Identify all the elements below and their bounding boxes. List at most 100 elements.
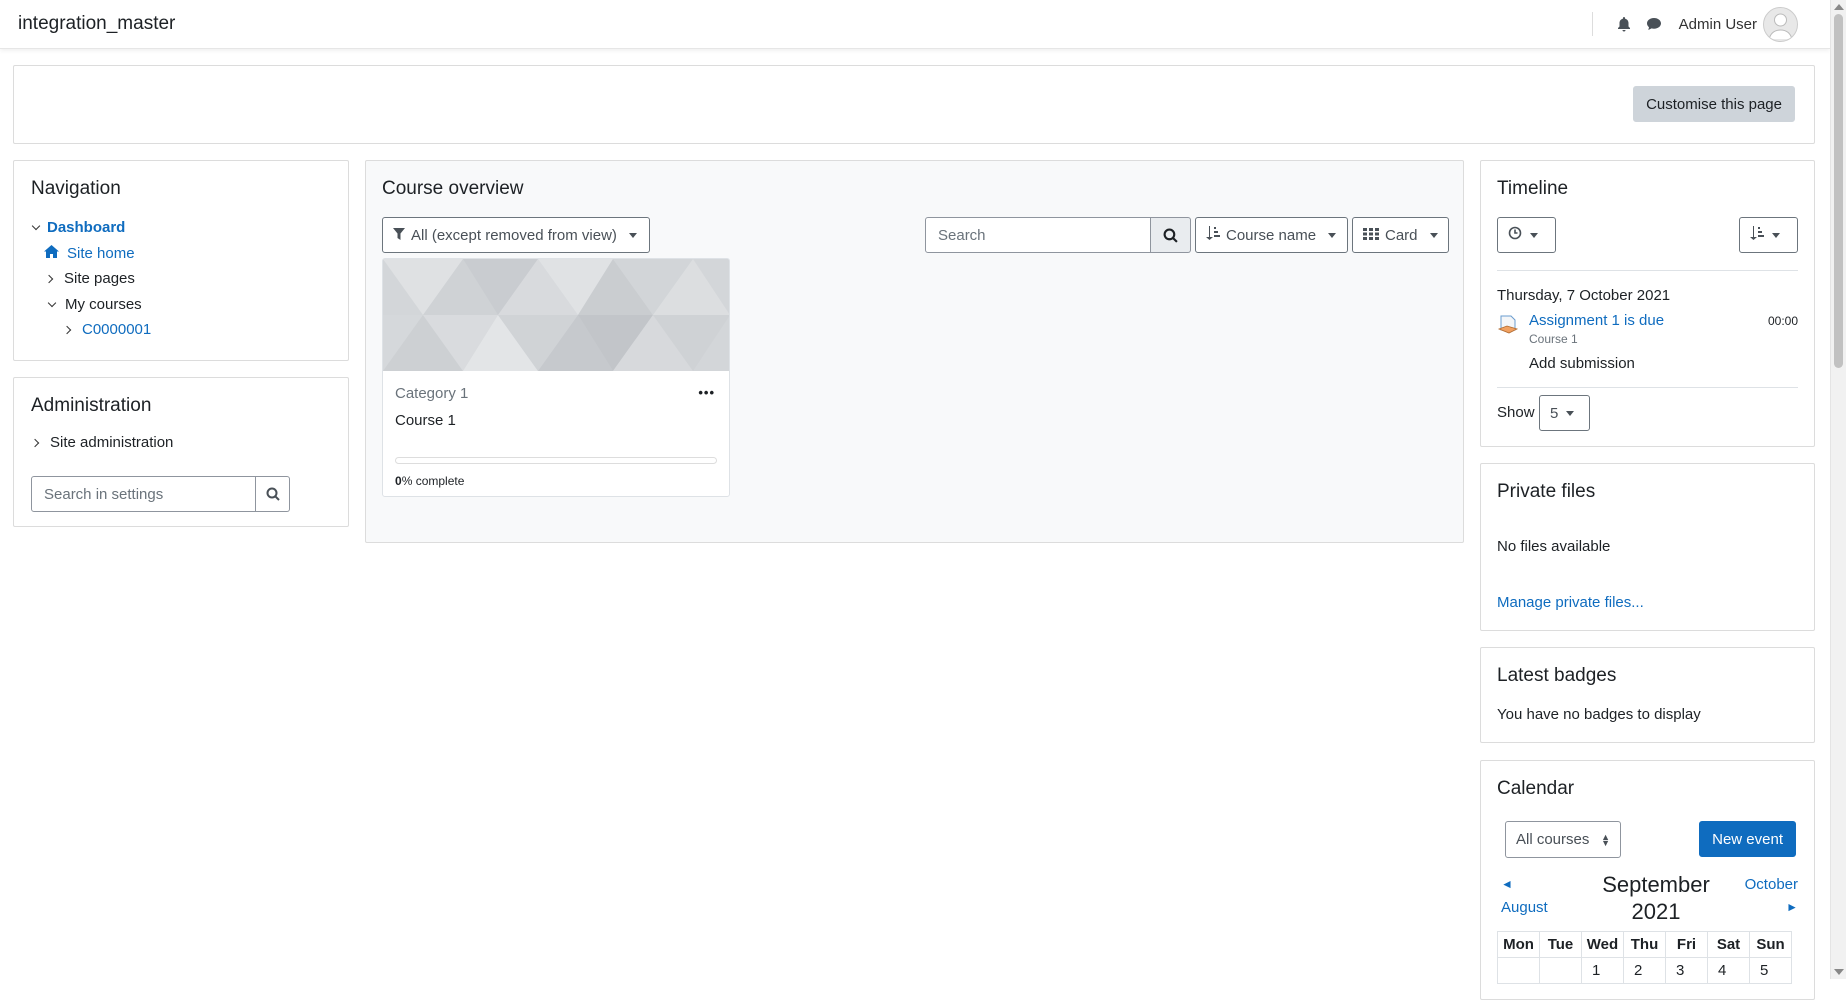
more-options-icon[interactable]: •••: [698, 385, 715, 400]
nav-item-label[interactable]: My courses: [65, 296, 142, 313]
nav-item-label[interactable]: C0000001: [82, 321, 151, 338]
event-name-link[interactable]: Assignment 1 is due: [1529, 312, 1664, 329]
show-count-value: 5: [1550, 404, 1559, 422]
private-files-title: Private files: [1497, 481, 1596, 502]
calendar-day: [1497, 957, 1540, 984]
timeline-title: Timeline: [1497, 178, 1569, 199]
navigation-block: Navigation Dashboard Site home Site page…: [13, 160, 349, 361]
sort-icon: [1206, 226, 1220, 244]
calendar-day[interactable]: 3: [1665, 957, 1708, 984]
private-files-block: Private files No files available Manage …: [1480, 463, 1815, 631]
prev-month-label: August: [1501, 899, 1548, 916]
top-navbar: integration_master Admin User: [0, 0, 1830, 49]
nav-item-label[interactable]: Dashboard: [47, 219, 125, 236]
calendar-day[interactable]: 5: [1749, 957, 1792, 984]
settings-search-input[interactable]: Search in settings: [31, 476, 256, 512]
chevron-right-icon: [44, 274, 54, 283]
search-icon[interactable]: [1151, 217, 1191, 253]
no-files-text: No files available: [1497, 538, 1611, 555]
timeline-date: Thursday, 7 October 2021: [1497, 287, 1671, 304]
weekday-header-row: Mon Tue Wed Thu Fri Sat Sun: [1497, 931, 1792, 958]
weekday-label: Thu: [1623, 931, 1666, 958]
course-filter-select[interactable]: All courses ▲ ▼: [1505, 821, 1621, 858]
timeline-day-filter[interactable]: [1497, 217, 1556, 253]
caret-down-icon: [628, 232, 637, 238]
chevron-right-icon: [62, 325, 72, 334]
weekday-label: Tue: [1539, 931, 1582, 958]
nav-item-site-home[interactable]: Site home: [44, 245, 135, 262]
calendar-month-title: September 2021: [1591, 871, 1721, 925]
course-sort-dropdown[interactable]: Course name: [1195, 217, 1348, 253]
no-badges-text: You have no badges to display: [1497, 706, 1701, 723]
progress-value: 0: [395, 474, 402, 488]
nav-item-dashboard[interactable]: Dashboard: [31, 219, 125, 236]
weekday-label: Fri: [1665, 931, 1708, 958]
chevron-down-icon: [47, 298, 57, 308]
timeline-sort-dropdown[interactable]: [1739, 217, 1798, 253]
page-scrollbar[interactable]: [1830, 0, 1846, 979]
search-icon[interactable]: [256, 476, 290, 512]
bell-icon[interactable]: [1609, 9, 1639, 39]
weekday-label: Mon: [1497, 931, 1540, 958]
show-count-dropdown[interactable]: 5: [1539, 395, 1590, 431]
site-name[interactable]: integration_master: [18, 13, 175, 35]
timeline-divider: [1497, 387, 1798, 388]
assignment-icon: [1497, 313, 1519, 339]
weekday-label: Sat: [1707, 931, 1750, 958]
next-month-label: October: [1744, 876, 1798, 893]
course-name[interactable]: Course 1: [395, 412, 456, 429]
clock-icon: [1508, 226, 1522, 244]
user-menu-area: Admin User: [1591, 6, 1812, 42]
course-filter-dropdown[interactable]: All (except removed from view): [382, 217, 650, 253]
navigation-title: Navigation: [31, 178, 121, 199]
calendar-day[interactable]: 4: [1707, 957, 1750, 984]
latest-badges-block: Latest badges You have no badges to disp…: [1480, 647, 1815, 743]
sort-icon: [1750, 226, 1764, 244]
view-label: Card: [1385, 226, 1418, 244]
calendar-block: Calendar All courses ▲ ▼ New event ◄ Augu…: [1480, 760, 1815, 1000]
course-overview-title: Course overview: [382, 178, 524, 199]
timeline-event: Assignment 1 is due 00:00 Course 1 Add s…: [1497, 307, 1798, 381]
caret-down-icon: [1772, 232, 1780, 238]
calendar-grid: Mon Tue Wed Thu Fri Sat Sun 1 2 3 4 5: [1497, 931, 1792, 984]
course-card[interactable]: Category 1 ••• Course 1 0% complete: [382, 258, 730, 497]
course-search-input[interactable]: Search: [925, 217, 1151, 253]
scroll-up-arrow-icon[interactable]: [1834, 4, 1844, 10]
filter-label: All (except removed from view): [411, 226, 617, 244]
scrollbar-thumb[interactable]: [1834, 14, 1843, 368]
updown-arrows-icon: ▲ ▼: [1601, 831, 1610, 848]
weekday-label: Sun: [1749, 931, 1792, 958]
user-name[interactable]: Admin User: [1679, 16, 1757, 33]
event-time: 00:00: [1767, 314, 1798, 328]
course-image[interactable]: [383, 259, 729, 371]
nav-item-label[interactable]: Site administration: [50, 434, 173, 451]
nav-item-site-administration[interactable]: Site administration: [30, 434, 173, 451]
course-search: Search: [925, 217, 1191, 253]
nav-item-label[interactable]: Site home: [67, 245, 135, 262]
show-label: Show: [1497, 404, 1535, 421]
next-month-link[interactable]: October ►: [1745, 873, 1798, 919]
nav-item-my-courses[interactable]: My courses: [47, 296, 142, 313]
timeline-block: Timeline Thursday, 7 October 2021 Assign…: [1480, 160, 1815, 447]
prev-month-link[interactable]: ◄ August: [1501, 873, 1548, 919]
caret-down-icon: [1429, 232, 1438, 238]
chat-bubble-icon[interactable]: [1639, 9, 1669, 39]
customise-page-button[interactable]: Customise this page: [1633, 86, 1795, 122]
avatar[interactable]: [1763, 6, 1798, 42]
nav-item-course[interactable]: C0000001: [62, 321, 151, 338]
caret-down-icon: [1530, 232, 1538, 238]
scroll-down-arrow-icon[interactable]: [1834, 969, 1844, 975]
add-submission-link[interactable]: Add submission: [1529, 355, 1635, 372]
administration-block: Administration Site administration Searc…: [13, 377, 349, 527]
chevron-down-icon: [31, 221, 41, 231]
course-view-dropdown[interactable]: Card: [1352, 217, 1449, 253]
nav-item-label[interactable]: Site pages: [64, 270, 135, 287]
manage-private-files-link[interactable]: Manage private files...: [1497, 594, 1644, 611]
grid-icon: [1363, 227, 1379, 244]
sort-label: Course name: [1226, 226, 1317, 244]
calendar-day[interactable]: 2: [1623, 957, 1666, 984]
nav-item-site-pages[interactable]: Site pages: [44, 270, 135, 287]
calendar-day[interactable]: 1: [1581, 957, 1624, 984]
triangle-left-icon: ◄: [1501, 877, 1513, 891]
new-event-button[interactable]: New event: [1699, 821, 1796, 857]
